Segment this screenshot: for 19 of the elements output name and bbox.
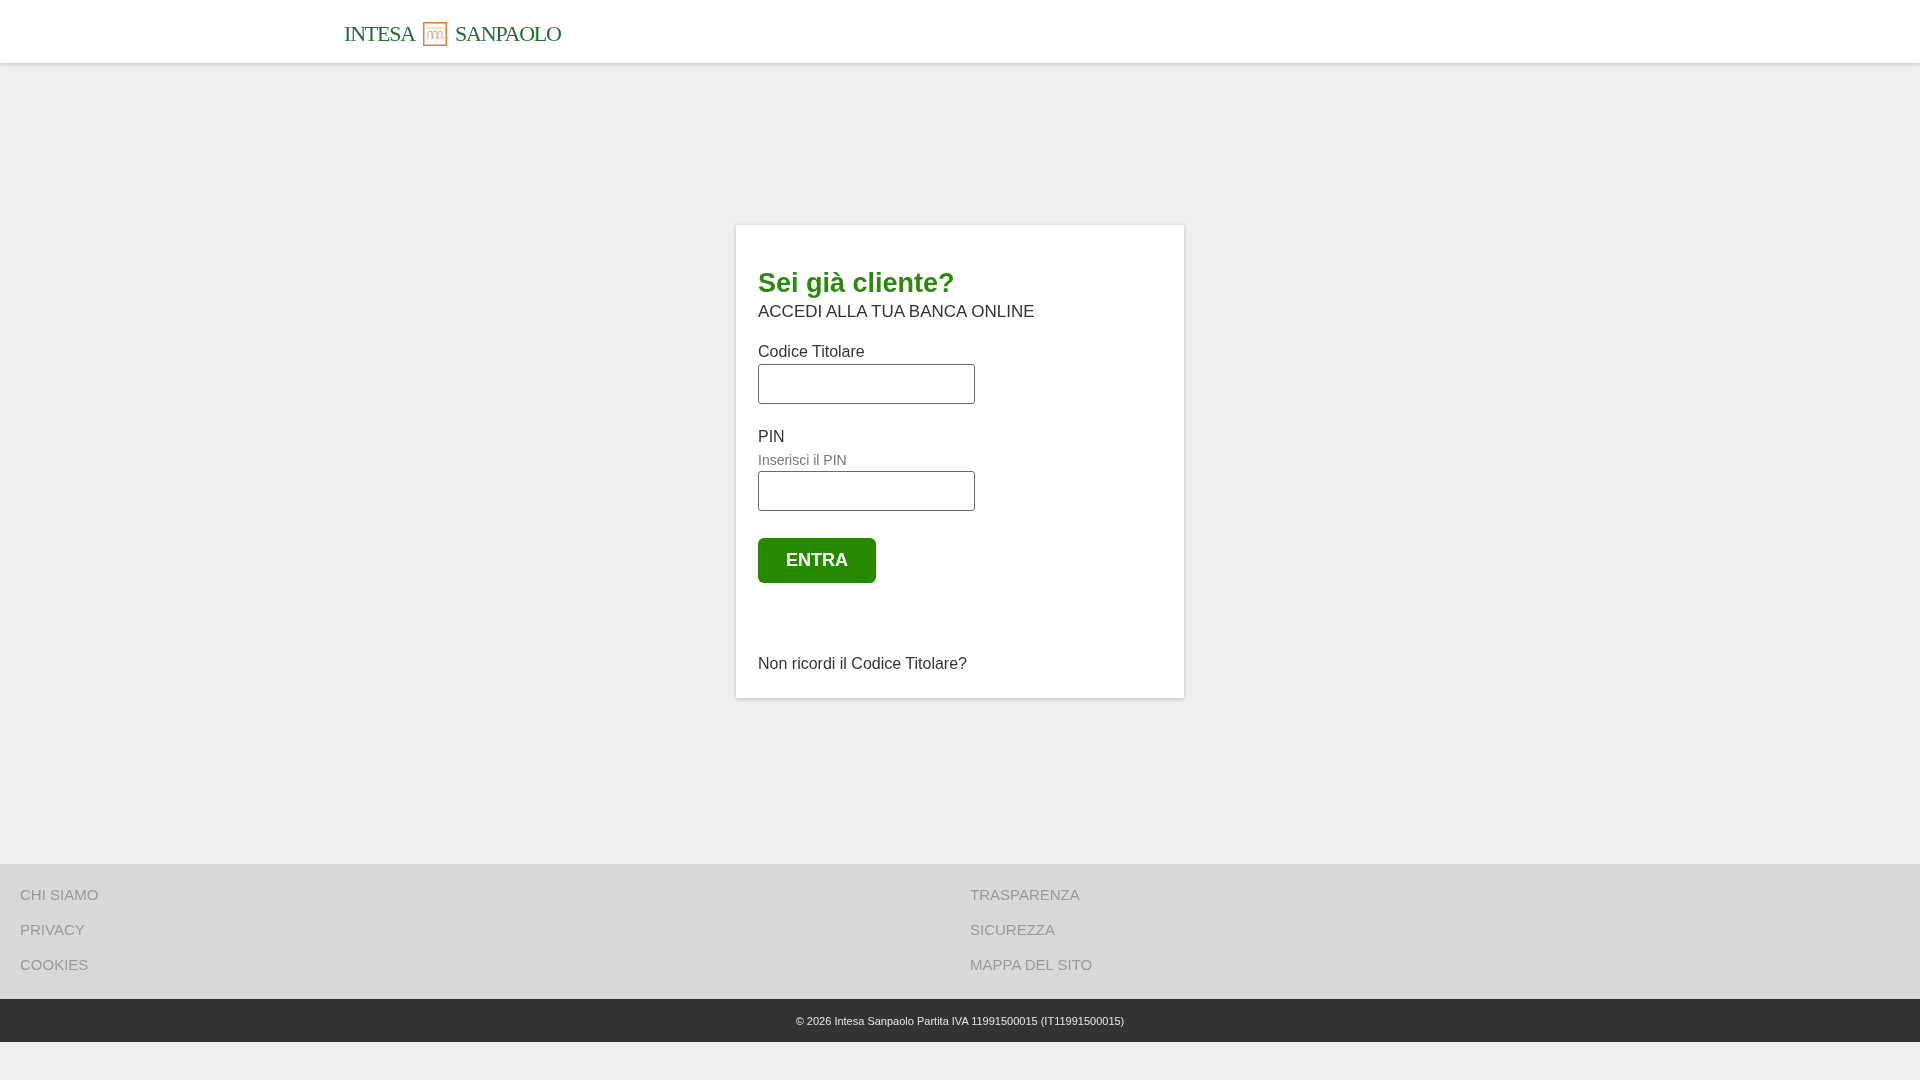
- footer-link[interactable]: SICUREZZA: [970, 920, 1055, 940]
- field-label: Codice Titolare: [758, 342, 865, 362]
- logo-text[interactable]: INTESA: [344, 21, 415, 46]
- field-hint: Inserisci il PIN: [758, 451, 847, 469]
- field-label: PIN: [758, 427, 785, 447]
- input-field[interactable]: [758, 364, 975, 404]
- footer-link[interactable]: PRIVACY: [20, 920, 85, 940]
- forgot-code-link[interactable]: Non ricordi il Codice Titolare?: [758, 654, 967, 674]
- footer-link[interactable]: COOKIES: [20, 955, 89, 975]
- arches-logo-icon[interactable]: [423, 21, 447, 46]
- login-heading: Sei già cliente?: [758, 267, 955, 299]
- copyright-text: © 2026 Intesa Sanpaolo Partita IVA 11991500015 (IT11991500015): [795, 1013, 1125, 1028]
- footer-link[interactable]: TRASPARENZA: [970, 885, 1080, 905]
- logo-text[interactable]: SANPAOLO: [455, 21, 561, 46]
- footer-link[interactable]: CHI SIAMO: [20, 885, 99, 905]
- footer-link[interactable]: MAPPA DEL SITO: [970, 955, 1093, 975]
- login-subheading: ACCEDI ALLA TUA BANCA ONLINE: [758, 302, 1035, 322]
- enter-button[interactable]: ENTRA: [758, 538, 876, 583]
- input-field[interactable]: [758, 471, 975, 511]
